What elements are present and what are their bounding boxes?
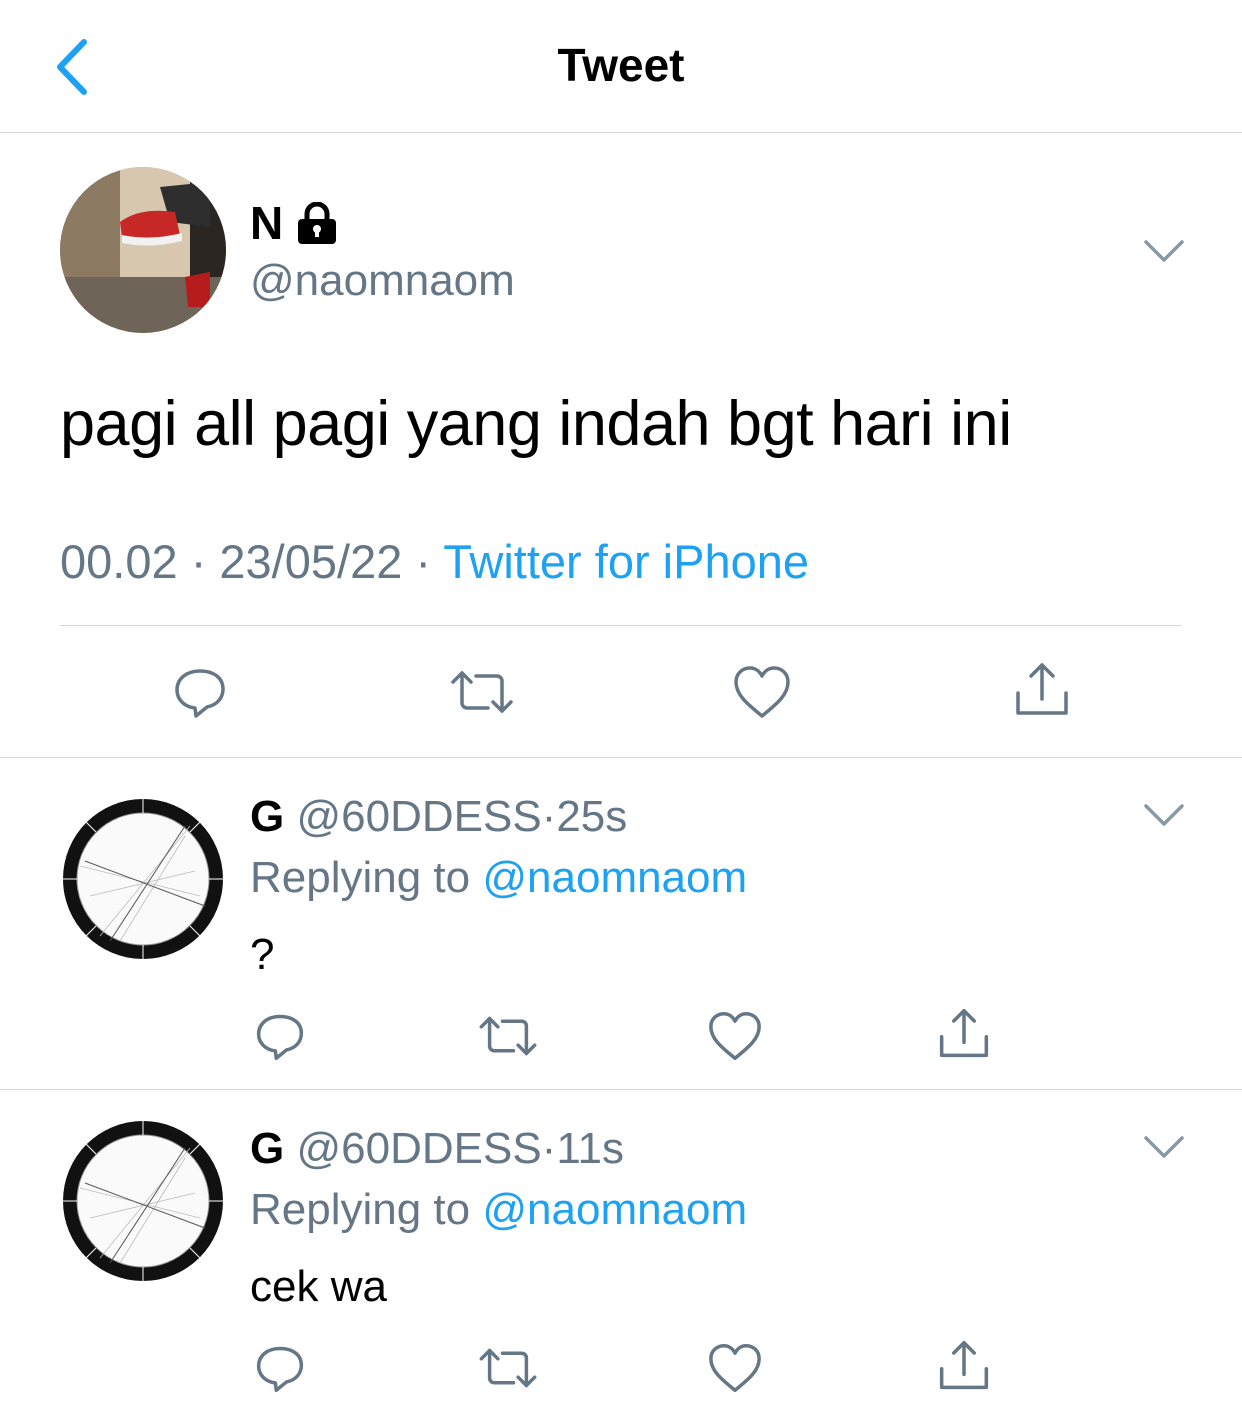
reply-options-button[interactable]	[1142, 1132, 1186, 1162]
reply-header: G @60DDESS·11s	[250, 1124, 624, 1174]
reply-author-handle[interactable]: @60DDESS	[296, 1124, 541, 1173]
like-button[interactable]	[703, 1006, 767, 1066]
like-button[interactable]	[730, 662, 794, 722]
replying-to-mention[interactable]: @naomnaom	[482, 1185, 747, 1234]
meta-separator: ·	[541, 792, 557, 841]
lock-icon	[298, 202, 337, 244]
share-button[interactable]	[932, 1004, 996, 1064]
reply-avatar[interactable]	[60, 1118, 226, 1284]
chevron-down-icon	[1144, 240, 1184, 262]
replying-prefix: Replying to	[250, 1185, 483, 1234]
meta-separator: ·	[541, 1124, 557, 1173]
share-icon	[939, 1008, 989, 1058]
meta-separator: ·	[415, 535, 432, 588]
tweet-options-button[interactable]	[1142, 236, 1186, 266]
chevron-down-icon	[1144, 804, 1184, 826]
reply-author-name[interactable]: G	[250, 1124, 284, 1173]
reply-text: cek wa	[250, 1262, 387, 1311]
retweet-button[interactable]	[476, 1006, 540, 1066]
like-icon	[709, 1011, 761, 1061]
divider	[60, 625, 1182, 626]
zodiac-chart-avatar	[63, 1121, 223, 1281]
reply-text: ?	[250, 930, 275, 979]
author-handle[interactable]: @naomnaom	[250, 256, 515, 306]
like-button[interactable]	[703, 1338, 767, 1398]
replying-to: Replying to @naomnaom	[250, 1185, 747, 1235]
reply-button[interactable]	[248, 1338, 312, 1398]
share-button[interactable]	[1010, 660, 1074, 720]
retweet-icon	[479, 1348, 537, 1388]
tweet-time: 00.02	[60, 535, 178, 588]
author-name: N	[250, 197, 284, 249]
reply-button[interactable]	[168, 662, 232, 722]
retweet-button[interactable]	[476, 1338, 540, 1398]
tweet-source-link[interactable]: Twitter for iPhone	[443, 535, 809, 588]
reply-icon	[175, 669, 225, 718]
like-icon	[734, 666, 790, 718]
replying-prefix: Replying to	[250, 853, 483, 902]
reply-header: G @60DDESS·25s	[250, 792, 627, 842]
reply-avatar[interactable]	[60, 796, 226, 962]
avatar-photo	[60, 167, 226, 333]
reply-time: 11s	[556, 1124, 625, 1173]
share-icon	[939, 1340, 989, 1390]
reply-time: 25s	[556, 792, 628, 841]
reply-button[interactable]	[248, 1006, 312, 1066]
tweet-date: 23/05/22	[219, 535, 403, 588]
reply-icon	[256, 1346, 304, 1393]
tweet-text: pagi all pagi yang indah bgt hari ini	[60, 389, 1012, 459]
zodiac-chart-avatar	[63, 799, 223, 959]
meta-separator: ·	[190, 535, 207, 588]
retweet-button[interactable]	[450, 662, 514, 722]
like-icon	[709, 1343, 761, 1393]
replying-to: Replying to @naomnaom	[250, 853, 747, 903]
page-title: Tweet	[557, 39, 685, 91]
divider	[0, 757, 1242, 758]
divider	[0, 1089, 1242, 1090]
author-name-row: N	[250, 196, 339, 250]
share-icon	[1016, 663, 1068, 715]
replying-to-mention[interactable]: @naomnaom	[482, 853, 747, 902]
tweet-meta: 00.02 · 23/05/22 · Twitter for iPhone	[60, 534, 809, 589]
reply-options-button[interactable]	[1142, 800, 1186, 830]
avatar[interactable]	[60, 167, 226, 333]
chevron-down-icon	[1144, 1136, 1184, 1158]
retweet-icon	[479, 1016, 537, 1056]
reply-icon	[256, 1014, 304, 1061]
share-button[interactable]	[932, 1336, 996, 1396]
reply-author-handle[interactable]: @60DDESS	[296, 792, 541, 841]
reply-author-name[interactable]: G	[250, 792, 284, 841]
retweet-icon	[451, 671, 513, 713]
